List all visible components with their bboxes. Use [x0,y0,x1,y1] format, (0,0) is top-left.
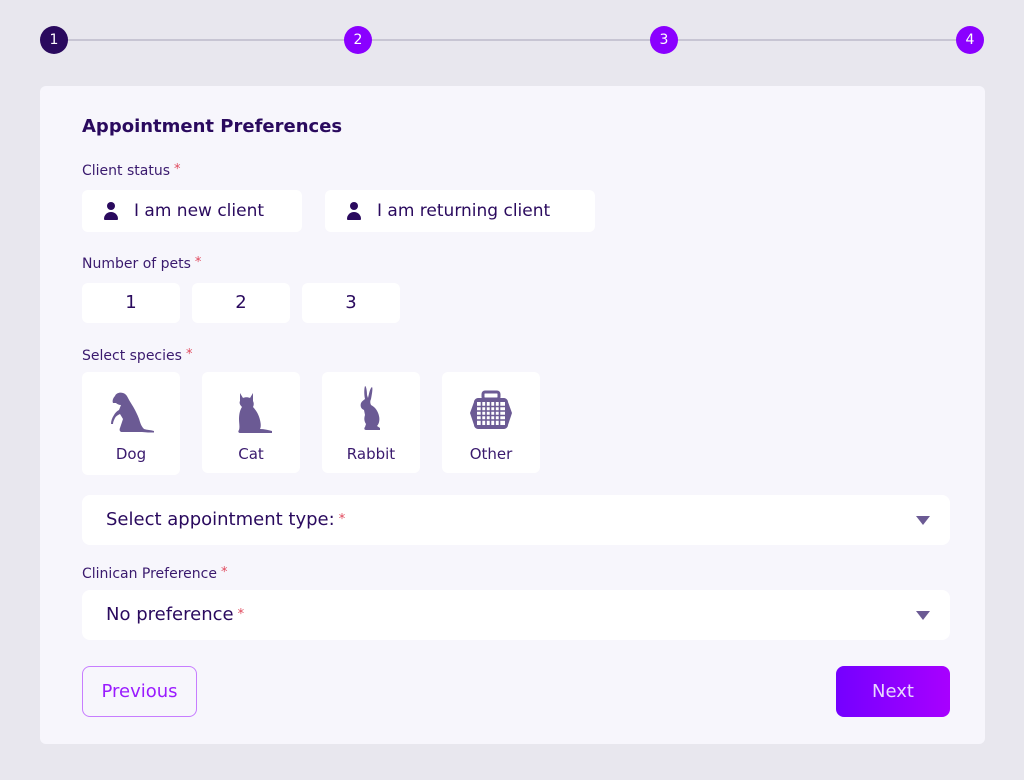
appointment-type-placeholder: Select appointment type: * [106,509,345,530]
species-dog-button[interactable]: Dog [82,372,180,475]
dog-icon [111,392,154,433]
species-cat-label: Cat [238,445,264,463]
species-cat-button[interactable]: Cat [202,372,300,473]
species-other-label: Other [469,445,513,463]
chevron-down-icon [916,516,930,525]
species-rabbit-button[interactable]: Rabbit [322,372,420,473]
clinician-preference-select[interactable]: No preference * [82,590,950,640]
chevron-down-icon [916,611,930,620]
cat-icon [238,393,272,433]
species-rabbit-label: Rabbit [346,445,396,463]
person-icon [104,202,118,220]
clinician-preference-value-text: No preference [106,604,234,625]
species-label-text: Select species [82,348,182,364]
required-mark: * [185,347,193,362]
clinician-preference-value: No preference * [106,604,244,625]
step-3[interactable]: 3 [650,26,678,54]
required-mark: * [220,565,228,580]
required-mark: * [338,512,346,527]
species-other-button[interactable]: Other [442,372,540,473]
appointment-type-placeholder-text: Select appointment type: [106,509,335,530]
clinician-preference-label: Clinican Preference * [82,565,227,582]
step-2[interactable]: 2 [344,26,372,54]
new-client-button[interactable]: I am new client [82,190,302,232]
next-button[interactable]: Next [836,666,950,717]
clinician-preference-label-text: Clinican Preference [82,566,217,582]
species-dog-label: Dog [115,445,147,463]
progress-stepper: 1 2 3 4 [40,26,984,54]
required-mark: * [174,162,181,177]
returning-client-label: I am returning client [377,201,551,221]
number-of-pets-label-text: Number of pets [82,256,191,272]
client-status-label-text: Client status [82,163,170,179]
required-mark: * [194,255,202,270]
pet-count-2-button[interactable]: 2 [192,283,290,323]
rabbit-icon [360,386,380,430]
returning-client-button[interactable]: I am returning client [325,190,595,232]
person-icon [347,202,361,220]
appointment-type-select[interactable]: Select appointment type: * [82,495,950,545]
new-client-label: I am new client [134,201,265,221]
pet-carrier-icon [470,390,512,429]
step-4[interactable]: 4 [956,26,984,54]
appointment-form-card: Appointment Preferences Client status * I… [40,86,985,744]
required-mark: * [237,607,245,622]
form-title: Appointment Preferences [82,116,343,137]
step-1[interactable]: 1 [40,26,68,54]
previous-button[interactable]: Previous [82,666,197,717]
number-of-pets-label: Number of pets * [82,255,201,272]
pet-count-3-button[interactable]: 3 [302,283,400,323]
pet-count-1-button[interactable]: 1 [82,283,180,323]
client-status-label: Client status * [82,162,181,179]
species-label: Select species * [82,347,192,364]
stepper-line [54,39,970,41]
